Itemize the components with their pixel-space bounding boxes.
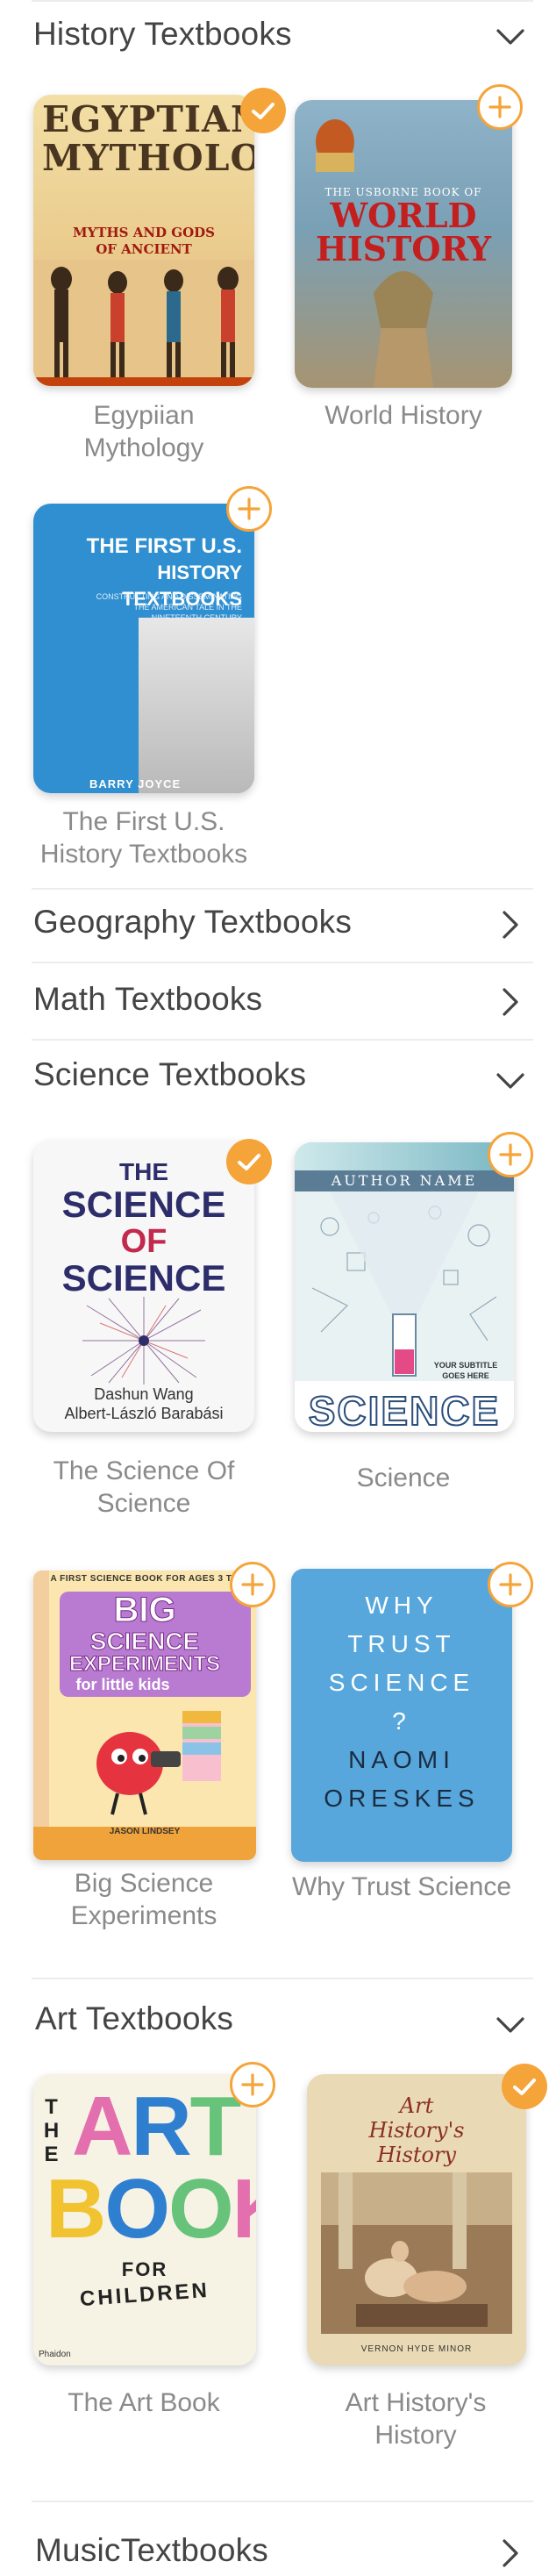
book-caption: The Science Of Science: [53, 1456, 235, 1518]
book-caption: The Art Book: [68, 2388, 220, 2417]
cover-title-line: History's: [368, 2118, 465, 2143]
cover-title: SCIENCE: [308, 1388, 501, 1432]
plus-circle-icon[interactable]: [230, 2062, 275, 2107]
book-caption: Big Science Experiments: [70, 1869, 217, 1930]
book-caption: The First U.S. History Textbooks: [39, 807, 248, 869]
divider: [32, 0, 533, 2]
cover-title-line: for little kids: [75, 1676, 170, 1693]
cover-line: ?: [392, 1707, 411, 1735]
book-cover-why-trust-science[interactable]: WHY TRUST SCIENCE ? NAOMI ORESKES: [291, 1569, 512, 1862]
check-circle-icon[interactable]: [240, 88, 286, 133]
book-cover-science[interactable]: AUTHOR NAME YOUR SUBTITLE GOES HERE SCIE…: [295, 1142, 514, 1432]
cover-title-line: SCIENCE: [61, 1184, 226, 1225]
check-circle-icon[interactable]: [226, 1139, 272, 1184]
book-caption: Why Trust Science: [291, 1872, 512, 1901]
plus-circle-icon[interactable]: [488, 1132, 533, 1177]
divider: [32, 1039, 533, 1041]
category-title-geography[interactable]: Geography Textbooks: [33, 904, 352, 941]
category-title-science[interactable]: Science Textbooks: [33, 1056, 306, 1093]
divider: [32, 888, 533, 890]
book-caption: World History: [324, 401, 482, 430]
cover-line: SCIENCE: [328, 1669, 475, 1696]
divider: [32, 2501, 533, 2502]
cover-children: CHILDREN: [79, 2278, 210, 2312]
plus-circle-icon[interactable]: [226, 486, 272, 532]
chevron-down-icon[interactable]: [493, 1063, 528, 1098]
book-caption: Science: [356, 1463, 451, 1492]
cover-book: BOOK: [46, 2162, 256, 2256]
cover-title-line: OF: [120, 1223, 168, 1260]
book-cover-the-art-book[interactable]: THE ART BOOK FOR CHILDREN Phaidon: [33, 2074, 256, 2365]
chevron-down-icon[interactable]: [493, 2007, 528, 2043]
plus-circle-icon[interactable]: [230, 1562, 275, 1607]
divider: [32, 1978, 533, 1979]
book-cover-science-of-science[interactable]: THE SCIENCE OF SCIENCE Dashun Wang Alber…: [33, 1141, 254, 1432]
cover-title-line: History: [376, 2143, 457, 2167]
cover-art: ART: [72, 2079, 241, 2173]
chevron-right-icon[interactable]: [493, 984, 528, 1020]
chevron-down-icon[interactable]: [493, 19, 528, 54]
category-title-art[interactable]: Art Textbooks: [35, 2000, 233, 2037]
book-cover-art-historys-history[interactable]: Art History's History VERNON HYDE MINOR: [307, 2074, 526, 2365]
cover-author: JASON LINDSEY: [109, 1827, 181, 1836]
cover-line: TRUST: [347, 1630, 456, 1657]
cover-author: Albert-László Barabási: [64, 1405, 224, 1422]
plus-circle-icon[interactable]: [488, 1562, 533, 1607]
cover-title-line: EXPERIMENTS: [68, 1652, 221, 1676]
cover-title-line: SCIENCE: [61, 1257, 226, 1299]
cover-title-line: Art: [399, 2093, 434, 2118]
book-caption: Egypiian Mythology: [83, 401, 204, 462]
category-title-music[interactable]: MusicTextbooks: [35, 2532, 268, 2569]
book-caption: Art History's History: [345, 2388, 487, 2450]
plus-circle-icon[interactable]: [477, 84, 523, 130]
cover-title-line: SCIENCE: [89, 1628, 200, 1655]
cover-line: ORESKES: [324, 1785, 480, 1812]
cover-author: VERNON HYDE MINOR: [360, 2344, 473, 2354]
cover-title-line: BIG: [113, 1591, 176, 1629]
cover-publisher: Phaidon: [39, 2350, 71, 2359]
chevron-right-icon[interactable]: [493, 2536, 528, 2571]
cover-title-line: THE: [119, 1158, 168, 1185]
cover-the: THE: [39, 2095, 63, 2166]
network-burst-illustration: [82, 1297, 205, 1385]
category-title-math[interactable]: Math Textbooks: [33, 981, 262, 1018]
cover-title-line: THE FIRST U.S.: [86, 534, 242, 558]
cover-engraving: [139, 618, 254, 793]
pharaoh-illustration: [316, 119, 433, 388]
book-cover-egyptian-mythology[interactable]: EGYPTIAN MYTHOLOGY MYTHS AND GODS OF ANC…: [33, 95, 254, 386]
cover-author: Dashun Wang: [94, 1385, 194, 1403]
check-circle-icon[interactable]: [502, 2064, 547, 2109]
book-cover-world-history[interactable]: THE USBORNE BOOK OF WORLD HISTORY: [295, 100, 512, 388]
cover-subtitle: YOUR SUBTITLE GOES HERE: [433, 1361, 498, 1380]
cover-line: WHY: [365, 1592, 438, 1619]
divider: [32, 962, 533, 963]
cover-title: EGYPTIAN MYTHOLOGY: [42, 98, 254, 179]
egyptian-figures-illustration: [33, 260, 254, 386]
chevron-right-icon[interactable]: [493, 907, 528, 942]
cover-top-text: A FIRST SCIENCE BOOK FOR AGES 3 TO: [50, 1574, 239, 1584]
cover-author: AUTHOR NAME: [295, 1170, 514, 1191]
category-title-history[interactable]: History Textbooks: [33, 16, 292, 53]
classical-painting-illustration: [321, 2172, 512, 2334]
cover-author: BARRY JOYCE: [89, 777, 182, 791]
cover-line: NAOMI: [348, 1746, 455, 1773]
book-cover-first-us-history[interactable]: THE FIRST U.S. HISTORY TEXTBOOKS CONSTRU…: [33, 504, 254, 793]
experiment-character-illustration: [96, 1711, 221, 1815]
book-cover-big-science-experiments[interactable]: A FIRST SCIENCE BOOK FOR AGES 3 TO BIG S…: [33, 1571, 256, 1860]
